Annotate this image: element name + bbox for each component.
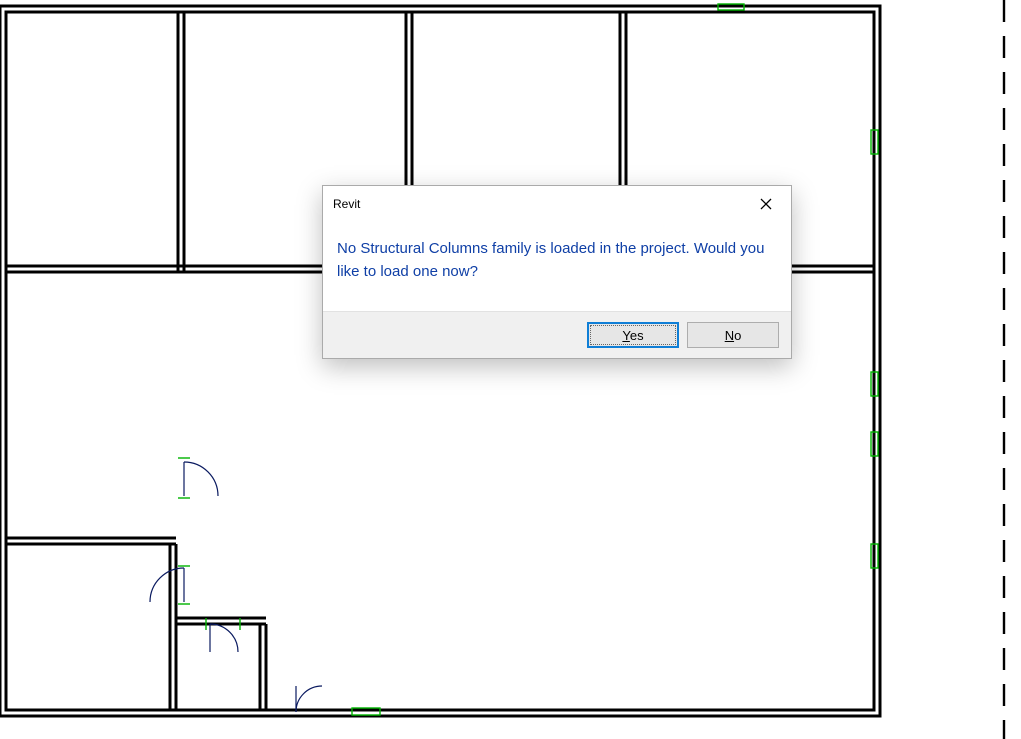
dialog-message: No Structural Columns family is loaded i… (337, 238, 777, 283)
floor-plan-canvas (0, 0, 1021, 739)
dialog-body: No Structural Columns family is loaded i… (323, 222, 791, 311)
no-accelerator: N (725, 328, 734, 343)
dialog-footer: Yes No (323, 311, 791, 358)
revit-dialog: Revit No Structural Columns family is lo… (322, 185, 792, 359)
close-icon (760, 198, 772, 210)
yes-accelerator: Y (622, 328, 629, 343)
close-button[interactable] (749, 192, 783, 216)
no-label-rest: o (734, 328, 741, 343)
no-button[interactable]: No (687, 322, 779, 348)
yes-label-rest: es (630, 328, 644, 343)
dialog-titlebar: Revit (323, 186, 791, 222)
yes-button[interactable]: Yes (587, 322, 679, 348)
dialog-title: Revit (333, 197, 360, 211)
